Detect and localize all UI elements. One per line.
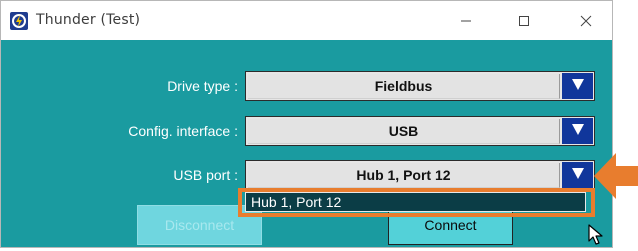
mouse-cursor-icon: [588, 224, 604, 246]
config-interface-dropdown-button[interactable]: [562, 118, 593, 144]
maximize-icon: [518, 15, 530, 27]
orange-arrow-pointer-icon: [594, 151, 638, 201]
usb-port-dropdown-button[interactable]: [562, 162, 593, 188]
drive-type-dropdown-button[interactable]: [562, 73, 593, 99]
maximize-button[interactable]: [501, 1, 547, 40]
config-interface-select[interactable]: USB: [245, 116, 595, 146]
config-interface-value: USB: [248, 119, 560, 144]
minimize-icon: [460, 15, 472, 27]
usb-port-label: USB port :: [173, 167, 238, 183]
close-button[interactable]: [563, 1, 609, 40]
drive-type-label: Drive type :: [167, 78, 238, 94]
drive-type-select[interactable]: Fieldbus: [245, 71, 595, 101]
triangle-down-icon: [571, 122, 584, 140]
close-icon: [580, 15, 592, 27]
window-title: Thunder (Test): [36, 12, 141, 28]
usb-port-value: Hub 1, Port 12: [248, 163, 560, 188]
title-bar: Thunder (Test): [1, 1, 612, 40]
app-window: Thunder (Test) Drive type : Fieldbus Con…: [0, 0, 613, 248]
app-icon: [10, 12, 28, 30]
triangle-down-icon: [571, 166, 584, 184]
triangle-down-icon: [571, 77, 584, 95]
minimize-button[interactable]: [443, 1, 489, 40]
config-interface-label: Config. interface :: [128, 123, 238, 139]
usb-port-select[interactable]: Hub 1, Port 12: [245, 160, 595, 190]
highlight-box: [238, 188, 595, 217]
drive-type-value: Fieldbus: [248, 74, 560, 99]
